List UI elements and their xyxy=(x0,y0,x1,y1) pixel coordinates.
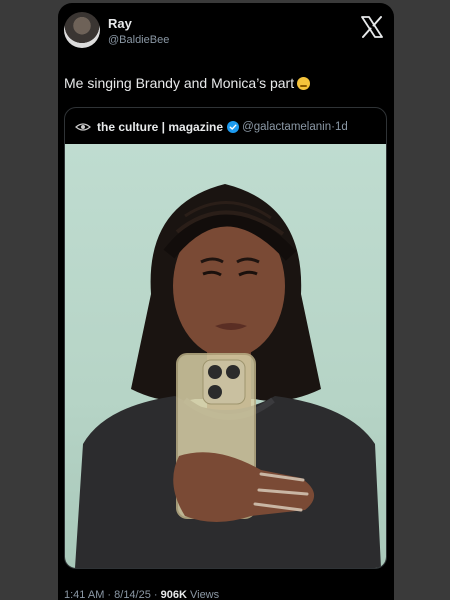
tweet-card: Ray @BaldieBee Me singing Brandy and Mon… xyxy=(58,3,394,600)
quoted-timestamp[interactable]: 1d xyxy=(335,121,348,133)
x-logo-icon xyxy=(361,16,383,38)
quoted-tweet[interactable]: the culture | magazine @galactamelanin ·… xyxy=(64,107,387,569)
unamused-face-emoji xyxy=(297,77,311,90)
views-label: Views xyxy=(189,589,220,600)
eye-logo-icon xyxy=(75,123,91,131)
verified-badge-icon xyxy=(227,121,240,133)
tweet-footer: 1:41 AM · 8/14/25 · 906K Views xyxy=(64,589,219,600)
footer-separator-2: · xyxy=(150,589,161,600)
quoted-tweet-header: the culture | magazine @galactamelanin ·… xyxy=(75,119,348,135)
tweet-text: Me singing Brandy and Monica’s part xyxy=(64,75,311,91)
views-count: 906K xyxy=(160,589,187,600)
selfie-photo-illustration xyxy=(75,184,381,568)
author-handle[interactable]: @BaldieBee xyxy=(108,34,169,46)
author-name[interactable]: Ray xyxy=(108,16,132,31)
post-time[interactable]: 1:41 AM xyxy=(64,589,104,600)
post-date[interactable]: 8/14/25 xyxy=(114,589,151,600)
author-avatar[interactable] xyxy=(64,12,100,48)
tweet-text-content: Me singing Brandy and Monica’s part xyxy=(64,75,295,91)
quoted-author-handle[interactable]: @galactamelanin xyxy=(242,121,331,133)
footer-separator-1: · xyxy=(104,589,115,600)
quoted-media-image[interactable] xyxy=(65,144,386,568)
quoted-author-name[interactable]: the culture | magazine xyxy=(97,120,223,134)
